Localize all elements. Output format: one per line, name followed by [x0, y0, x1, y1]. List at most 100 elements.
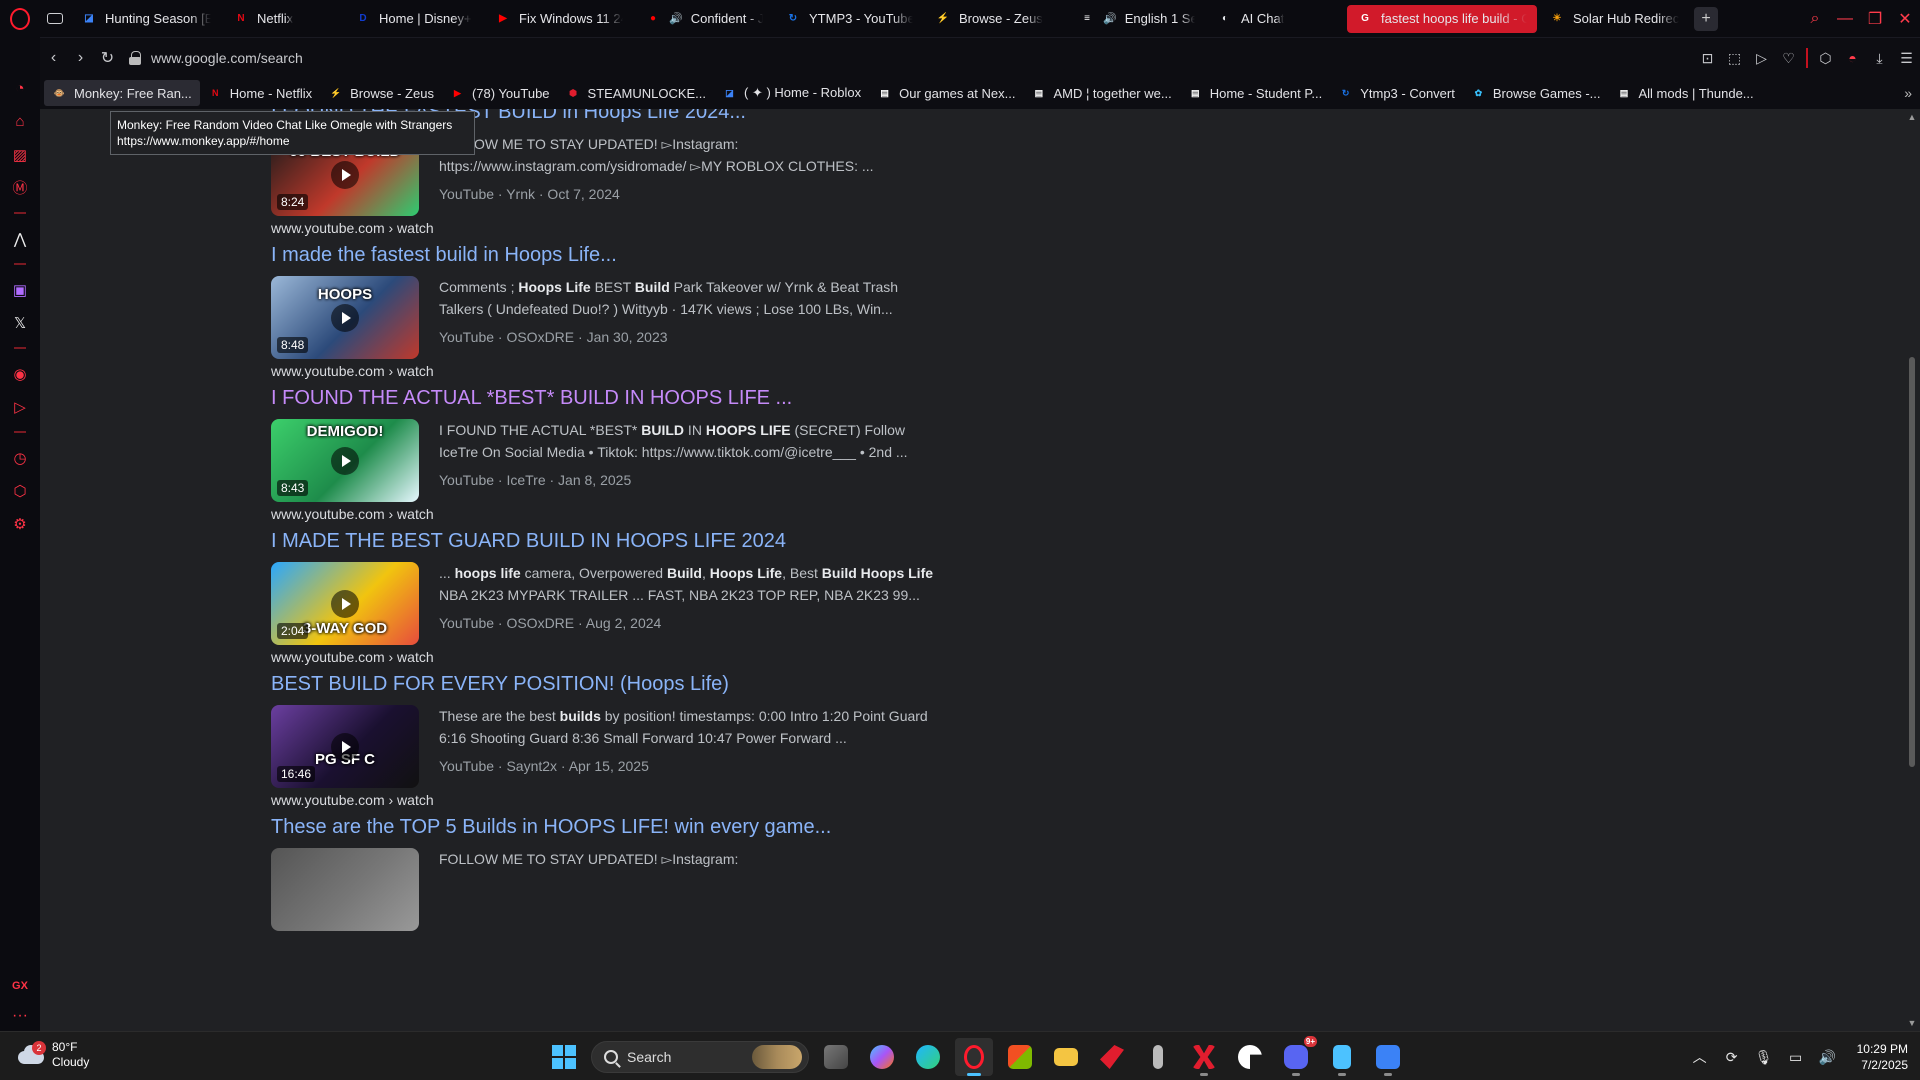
- tab-5[interactable]: ↻ YTMP3 - YouTube: [775, 5, 923, 33]
- snapshot-icon[interactable]: ⬚: [1721, 43, 1748, 73]
- microphone-icon[interactable]: 🎙: [1751, 1044, 1777, 1070]
- minimize-button[interactable]: —: [1830, 0, 1860, 37]
- settings-gear-icon[interactable]: ⚙: [0, 507, 40, 540]
- opera-gx-logo-icon[interactable]: [0, 0, 40, 37]
- tab-islands-icon[interactable]: [40, 0, 70, 37]
- result-cite[interactable]: www.youtube.com › watch: [271, 363, 971, 383]
- scroll-up-arrow-icon[interactable]: ▲: [1904, 109, 1920, 125]
- show-hidden-icons-chevron-icon[interactable]: ︿: [1687, 1044, 1713, 1070]
- scrollbar[interactable]: ▲ ▼: [1904, 109, 1920, 1031]
- restore-button[interactable]: ❐: [1860, 0, 1890, 37]
- gx-corner-icon[interactable]: ⌂: [0, 105, 40, 138]
- play-icon[interactable]: [331, 590, 359, 618]
- bookmark-10[interactable]: ✿ Browse Games -...: [1463, 80, 1609, 106]
- mouse-software-icon[interactable]: [1139, 1038, 1177, 1076]
- tab-1[interactable]: N Netflix: [223, 5, 343, 33]
- bookmark-6[interactable]: ▤ Our games at Nex...: [869, 80, 1023, 106]
- notepad-icon[interactable]: [1323, 1038, 1361, 1076]
- copilot-icon[interactable]: [863, 1038, 901, 1076]
- tab-6[interactable]: ⚡ Browse - Zeus: [925, 5, 1067, 33]
- bookmark-5[interactable]: ◪ ( ✦ ) Home - Roblox: [714, 80, 869, 106]
- tab-4[interactable]: ● 🔊 Confident - Ju: [635, 5, 773, 33]
- file-explorer-icon[interactable]: [1047, 1038, 1085, 1076]
- weather-widget[interactable]: 2 80°F Cloudy: [18, 1040, 89, 1070]
- send-icon[interactable]: ▷: [0, 390, 40, 423]
- microsoft-store-icon[interactable]: [1001, 1038, 1039, 1076]
- razer-cortex-icon[interactable]: [1093, 1038, 1131, 1076]
- search-tabs-icon[interactable]: ⌕: [1800, 0, 1830, 37]
- ai-assistant-icon[interactable]: ⋀: [0, 222, 40, 255]
- opera-gx-taskbar-icon[interactable]: [955, 1038, 993, 1076]
- easy-setup-icon[interactable]: ☰: [1893, 43, 1920, 73]
- speaker-icon[interactable]: 🔊: [1103, 12, 1117, 25]
- gx-control-icon[interactable]: ◔: [0, 72, 40, 105]
- tab-0[interactable]: ◪ Hunting Season [E: [71, 5, 221, 33]
- task-view-icon[interactable]: [817, 1038, 855, 1076]
- lock-icon[interactable]: [129, 50, 141, 65]
- forward-button[interactable]: ›: [67, 43, 94, 73]
- roblox-taskbar-icon[interactable]: [1369, 1038, 1407, 1076]
- edge-icon[interactable]: [909, 1038, 947, 1076]
- play-icon[interactable]: [331, 161, 359, 189]
- close-window-button[interactable]: ✕: [1890, 0, 1920, 37]
- flow-icon[interactable]: ▷: [1748, 43, 1775, 73]
- result-title-link[interactable]: I MADE THE BEST GUARD BUILD IN HOOPS LIF…: [271, 526, 971, 556]
- bookmark-2[interactable]: ⚡ Browse - Zeus: [320, 80, 442, 106]
- play-icon[interactable]: [331, 733, 359, 761]
- discord-icon[interactable]: 9+: [1277, 1036, 1317, 1076]
- video-thumbnail[interactable]: PG SF C16:46: [271, 705, 419, 788]
- gx-icon[interactable]: GX: [12, 971, 28, 1001]
- heart-icon[interactable]: ♡: [1775, 43, 1802, 73]
- result-title-link[interactable]: These are the TOP 5 Builds in HOOPS LIFE…: [271, 812, 971, 842]
- taskbar-search-box[interactable]: Search: [591, 1041, 809, 1073]
- video-thumbnail[interactable]: DEMIGOD! 8:43: [271, 419, 419, 502]
- volume-icon[interactable]: 🔊: [1815, 1044, 1841, 1070]
- bookmark-8[interactable]: ▤ Home - Student P...: [1180, 80, 1331, 106]
- x-twitter-icon[interactable]: 𝕏: [0, 306, 40, 339]
- scroll-thumb[interactable]: [1909, 357, 1915, 767]
- twitch-icon[interactable]: ▣: [0, 273, 40, 306]
- tab-8[interactable]: ◐ AI Chat: [1207, 5, 1345, 33]
- clock[interactable]: 10:29 PM 7/2/2025: [1857, 1041, 1908, 1073]
- url-text[interactable]: www.google.com/search: [151, 50, 303, 66]
- downloads-icon[interactable]: ⤓: [1866, 43, 1893, 73]
- profile-icon[interactable]: ◓: [1839, 43, 1866, 73]
- bookmark-icon[interactable]: ⊡: [1694, 43, 1721, 73]
- scroll-down-arrow-icon[interactable]: ▼: [1904, 1015, 1920, 1031]
- result-cite[interactable]: www.youtube.com › watch: [271, 649, 971, 669]
- play-icon[interactable]: [331, 447, 359, 475]
- bookmark-3[interactable]: ▶ (78) YouTube: [442, 80, 558, 106]
- history-icon[interactable]: ◷: [0, 441, 40, 474]
- network-icon[interactable]: ▭: [1783, 1044, 1809, 1070]
- play-icon[interactable]: [331, 304, 359, 332]
- result-cite[interactable]: www.youtube.com › watch: [271, 792, 971, 812]
- bookmark-11[interactable]: ▤ All mods | Thunde...: [1609, 80, 1762, 106]
- tab-2[interactable]: D Home | Disney+: [345, 5, 483, 33]
- tab-9[interactable]: Gfastest hoops life build - G: [1347, 4, 1537, 33]
- result-cite[interactable]: www.youtube.com › watch: [271, 506, 971, 526]
- bookmark-1[interactable]: N Home - Netflix: [200, 80, 320, 106]
- tab-10[interactable]: ☀ Solar Hub Redirec: [1539, 5, 1689, 33]
- windows-start-icon[interactable]: [545, 1038, 583, 1076]
- extensions-icon[interactable]: ⬡: [1812, 43, 1839, 73]
- tab-3[interactable]: ▶ Fix Windows 11 24: [485, 5, 633, 33]
- more-options-icon[interactable]: ···: [12, 1001, 28, 1031]
- music-player-icon[interactable]: Ⓜ: [0, 171, 40, 204]
- bookmark-0[interactable]: 🐵 Monkey: Free Ran...: [44, 80, 200, 106]
- video-thumbnail[interactable]: [271, 848, 419, 931]
- bookmarks-overflow-icon[interactable]: »: [1904, 77, 1912, 109]
- sync-icon[interactable]: ⟳: [1719, 1044, 1745, 1070]
- extensions-icon[interactable]: ⬡: [0, 474, 40, 507]
- tab-7[interactable]: ≡ 🔊 English 1 Sem: [1069, 5, 1205, 33]
- reload-button[interactable]: ↻: [94, 43, 121, 73]
- back-button[interactable]: ‹: [40, 43, 67, 73]
- result-title-link[interactable]: I FOUND THE ACTUAL *BEST* BUILD IN HOOPS…: [271, 383, 971, 413]
- bookmark-9[interactable]: ↻ Ytmp3 - Convert: [1330, 80, 1463, 106]
- gx-cleaner-icon[interactable]: ▨: [0, 138, 40, 171]
- result-cite[interactable]: www.youtube.com › watch: [271, 220, 971, 240]
- video-thumbnail[interactable]: 3-WAY GOD 2:04: [271, 562, 419, 645]
- bookmark-4[interactable]: ⬢ STEAMUNLOCKE...: [558, 80, 714, 106]
- new-tab-button[interactable]: +: [1694, 6, 1718, 31]
- video-thumbnail[interactable]: HOOPS 8:48: [271, 276, 419, 359]
- result-title-link[interactable]: BEST BUILD FOR EVERY POSITION! (Hoops Li…: [271, 669, 971, 699]
